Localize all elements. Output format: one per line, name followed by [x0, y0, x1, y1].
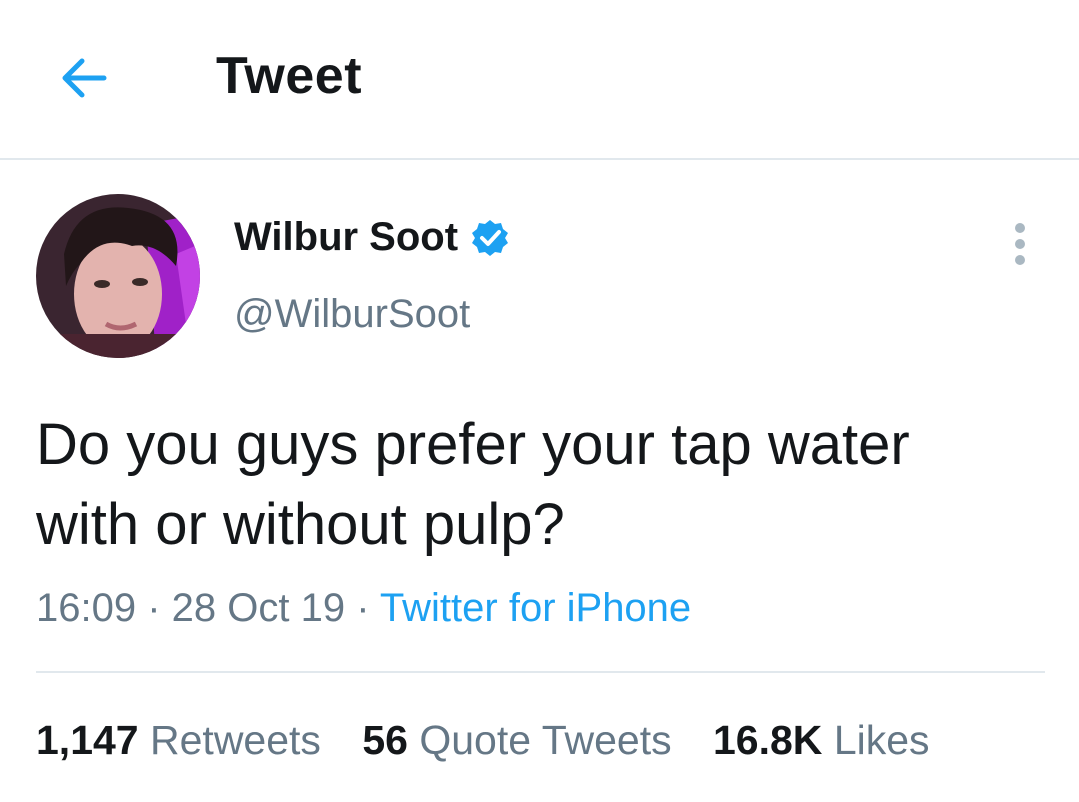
author-handle[interactable]: @WilburSoot — [234, 292, 470, 337]
avatar[interactable] — [36, 194, 200, 358]
top-bar: Tweet — [0, 0, 1079, 160]
retweets-label: Retweets — [150, 717, 321, 763]
page-title: Tweet — [216, 47, 363, 105]
tweet-time: 16:09 — [36, 586, 137, 630]
tweet-meta: 16:09 · 28 Oct 19 · Twitter for iPhone — [36, 586, 691, 631]
author-row: Wilbur Soot — [234, 215, 510, 260]
more-options-button[interactable] — [1002, 222, 1038, 266]
meta-separator: · — [345, 586, 380, 630]
likes-count: 16.8K — [713, 717, 823, 763]
tweet-stats: 1,147 Retweets 56 Quote Tweets 16.8K Lik… — [36, 717, 960, 764]
divider — [36, 671, 1045, 673]
tweet-text: Do you guys prefer your tap water with o… — [36, 405, 1056, 565]
author-name[interactable]: Wilbur Soot — [234, 215, 458, 260]
retweets-count: 1,147 — [36, 717, 139, 763]
arrow-left-icon — [62, 58, 107, 98]
quote-tweets-label: Quote Tweets — [419, 717, 672, 763]
meta-separator: · — [136, 586, 172, 630]
tweet-date: 28 Oct 19 — [171, 586, 346, 630]
back-button[interactable] — [58, 52, 110, 104]
retweets-stat[interactable]: 1,147 Retweets — [36, 717, 321, 764]
tweet-text-line: with or without pulp? — [36, 492, 565, 557]
likes-stat[interactable]: 16.8K Likes — [713, 717, 930, 764]
likes-label: Likes — [833, 717, 930, 763]
tweet-text-line: Do you guys prefer your tap water — [36, 412, 910, 477]
verified-badge-icon — [472, 219, 509, 256]
tweet-source-link[interactable]: Twitter for iPhone — [380, 586, 691, 630]
vertical-ellipsis-icon — [1015, 223, 1025, 265]
quote-tweets-stat[interactable]: 56 Quote Tweets — [362, 717, 671, 764]
quote-tweets-count: 56 — [362, 717, 408, 763]
